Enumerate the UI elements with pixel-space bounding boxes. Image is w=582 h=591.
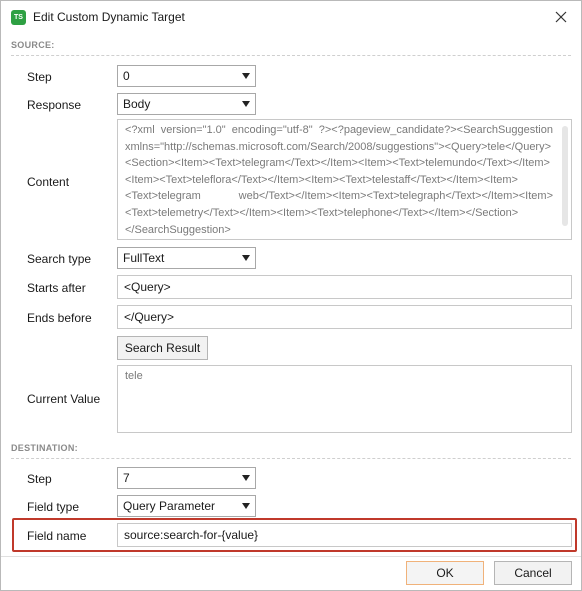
title-bar: TS Edit Custom Dynamic Target (1, 1, 581, 33)
chevron-down-icon (242, 503, 250, 509)
response-value: Body (123, 97, 151, 111)
chevron-down-icon (242, 255, 250, 261)
response-label: Response (27, 98, 82, 112)
field-type-select[interactable]: Query Parameter (117, 495, 256, 517)
content-textarea[interactable]: <?xml version="1.0" encoding="utf-8" ?><… (117, 119, 572, 240)
source-section-label: SOURCE: (11, 40, 55, 50)
field-name-input[interactable]: source:search-for-{value} (117, 523, 572, 547)
content-label: Content (27, 175, 70, 189)
field-name-label: Field name (27, 529, 87, 543)
response-select[interactable]: Body (117, 93, 256, 115)
content-text: <?xml version="1.0" encoding="utf-8" ?><… (125, 124, 553, 236)
starts-after-label: Starts after (27, 281, 86, 295)
search-type-label: Search type (27, 252, 92, 266)
chevron-down-icon (242, 73, 250, 79)
destination-divider (11, 458, 571, 459)
field-type-label: Field type (27, 500, 80, 514)
ok-button[interactable]: OK (406, 561, 484, 585)
ends-before-label: Ends before (27, 311, 92, 325)
current-value-text: tele (125, 370, 143, 382)
source-step-label: Step (27, 70, 52, 84)
source-step-select[interactable]: 0 (117, 65, 256, 87)
dialog-window: TS Edit Custom Dynamic Target SOURCE: St… (0, 0, 582, 591)
source-step-value: 0 (123, 69, 130, 83)
field-type-value: Query Parameter (123, 499, 216, 513)
chevron-down-icon (242, 101, 250, 107)
ends-before-input[interactable]: </Query> (117, 305, 572, 329)
dialog-title: Edit Custom Dynamic Target (33, 10, 185, 24)
footer-divider (1, 556, 581, 557)
search-type-select[interactable]: FullText (117, 247, 256, 269)
destination-step-value: 7 (123, 471, 130, 485)
source-divider (11, 55, 571, 56)
destination-step-label: Step (27, 472, 52, 486)
search-type-value: FullText (123, 251, 165, 265)
destination-step-select[interactable]: 7 (117, 467, 256, 489)
app-logo-icon: TS (11, 10, 26, 25)
destination-section-label: DESTINATION: (11, 443, 78, 453)
starts-after-input[interactable]: <Query> (117, 275, 572, 299)
cancel-button[interactable]: Cancel (494, 561, 572, 585)
content-scrollbar[interactable] (562, 126, 568, 226)
close-icon[interactable] (549, 5, 573, 29)
chevron-down-icon (242, 475, 250, 481)
current-value-label: Current Value (27, 392, 101, 406)
search-result-button[interactable]: Search Result (117, 336, 208, 360)
current-value-textarea[interactable]: tele (117, 365, 572, 433)
